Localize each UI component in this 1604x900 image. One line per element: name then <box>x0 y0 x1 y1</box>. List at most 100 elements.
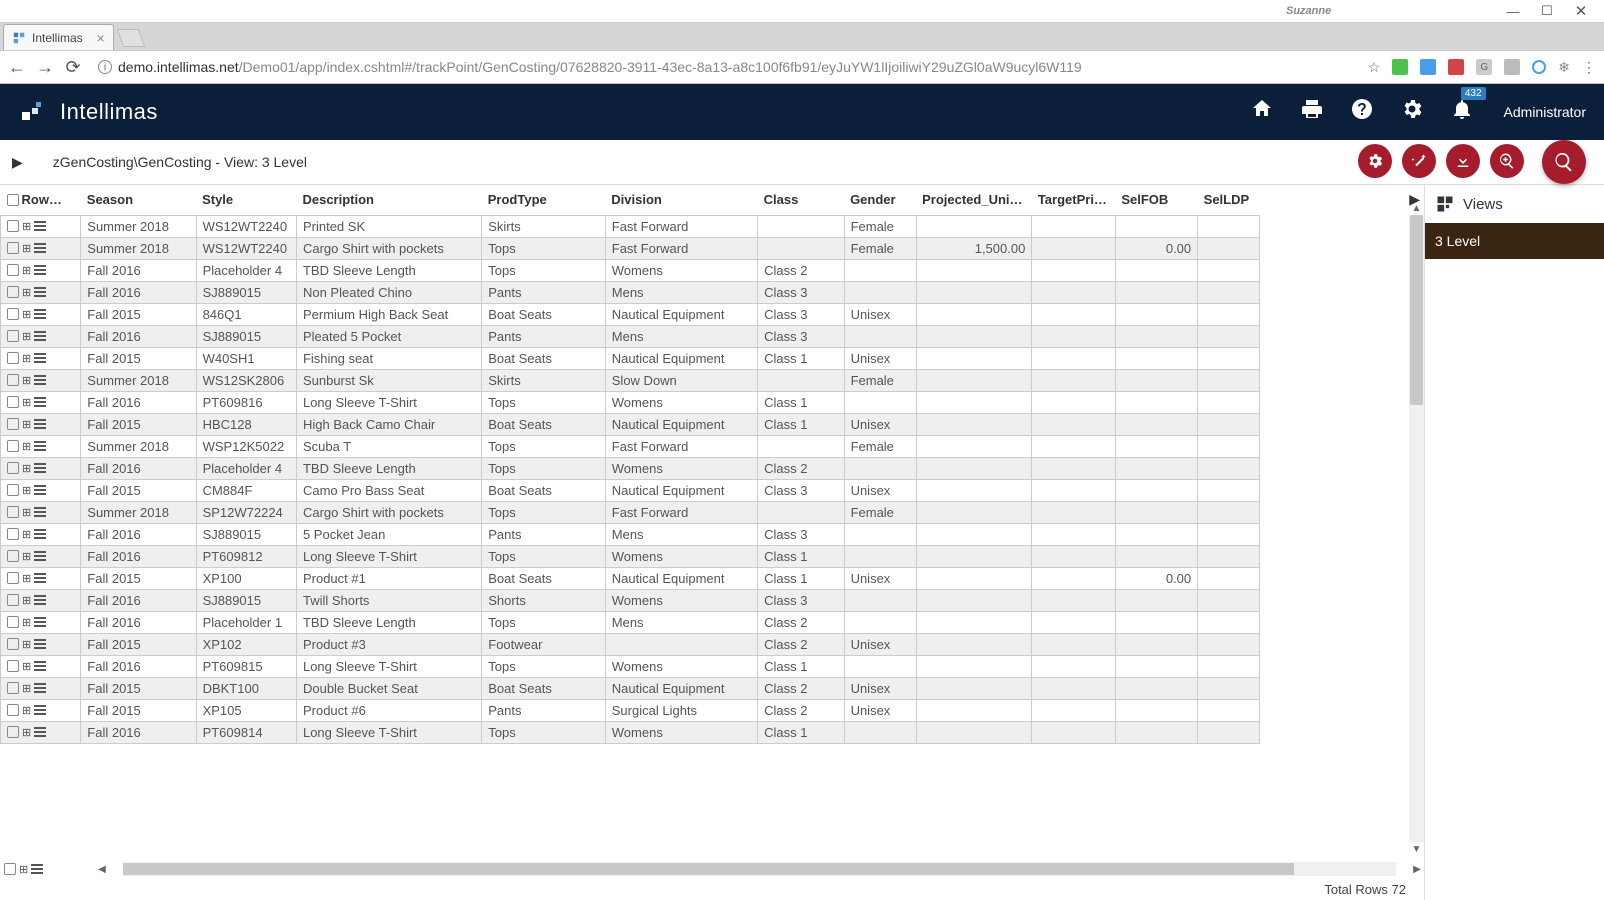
table-row[interactable]: ⊞Fall 2015HBC128High Back Camo ChairBoat… <box>1 413 1260 435</box>
table-row[interactable]: ⊞Fall 2015846Q1Permium High Back SeatBoa… <box>1 303 1260 325</box>
scroll-up-icon[interactable]: ▲ <box>1409 201 1424 215</box>
column-header-description[interactable]: Description <box>296 185 481 215</box>
tab-close-icon[interactable]: × <box>97 30 105 46</box>
table-row[interactable]: ⊞Fall 2016SJ889015Twill ShortsShortsWome… <box>1 589 1260 611</box>
table-row[interactable]: ⊞Summer 2018WSP12K5022Scuba TTopsFast Fo… <box>1 435 1260 457</box>
row-controls[interactable]: ⊞ <box>7 440 74 453</box>
row-controls[interactable]: ⊞ <box>7 550 74 563</box>
download-button[interactable] <box>1446 144 1480 178</box>
table-row[interactable]: ⊞Fall 2016PT609814Long Sleeve T-ShirtTop… <box>1 721 1260 743</box>
scroll-down-icon[interactable]: ▼ <box>1409 842 1424 856</box>
forward-button[interactable]: → <box>36 57 54 78</box>
extension-icon[interactable] <box>1448 59 1464 75</box>
table-row[interactable]: ⊞Fall 2016PT609815Long Sleeve T-ShirtTop… <box>1 655 1260 677</box>
row-controls[interactable]: ⊞ <box>7 572 74 585</box>
window-maximize-button[interactable]: ☐ <box>1530 1 1564 21</box>
breadcrumb-expand-icon[interactable]: ▶ <box>12 154 23 171</box>
row-controls[interactable]: ⊞ <box>7 506 74 519</box>
print-icon[interactable] <box>1300 97 1324 127</box>
extension-icon[interactable] <box>1392 59 1408 75</box>
extension-icon[interactable] <box>1532 60 1546 74</box>
window-close-button[interactable]: ✕ <box>1564 1 1598 21</box>
browser-menu-icon[interactable]: ⋮ <box>1582 59 1596 76</box>
table-row[interactable]: ⊞Fall 2016SJ889015Pleated 5 PocketPantsM… <box>1 325 1260 347</box>
notifications-icon[interactable]: 432 <box>1450 97 1474 127</box>
column-header-selldp[interactable]: SelLDP <box>1198 185 1260 215</box>
row-controls[interactable]: ⊞ <box>7 352 74 365</box>
row-controls[interactable]: ⊞ <box>7 660 74 673</box>
bookmark-star-icon[interactable]: ☆ <box>1368 59 1381 76</box>
column-header-division[interactable]: Division <box>605 185 757 215</box>
row-controls[interactable]: ⊞ <box>7 308 74 321</box>
row-controls[interactable]: ⊞ <box>7 726 74 739</box>
row-controls[interactable]: ⊞ <box>7 462 74 475</box>
column-header-target[interactable]: TargetPri… <box>1032 185 1115 215</box>
row-controls[interactable]: ⊞ <box>7 528 74 541</box>
column-header-style[interactable]: Style <box>196 185 296 215</box>
column-header-row-controls[interactable]: Row… <box>1 185 81 215</box>
browser-tab[interactable]: Intellimas × <box>3 24 114 50</box>
extension-icon[interactable] <box>1504 59 1520 75</box>
row-controls[interactable]: ⊞ <box>7 704 74 717</box>
row-controls[interactable]: ⊞ <box>7 374 74 387</box>
extension-icon[interactable]: G <box>1476 59 1492 75</box>
column-header-selfob[interactable]: SelFOB <box>1115 185 1197 215</box>
row-controls[interactable]: ⊞ <box>7 616 74 629</box>
back-button[interactable]: ← <box>8 57 26 78</box>
table-row[interactable]: ⊞Fall 2016SJ8890155 Pocket JeanPantsMens… <box>1 523 1260 545</box>
row-controls[interactable]: ⊞ <box>7 396 74 409</box>
table-row[interactable]: ⊞Summer 2018WS12WT2240Printed SKSkirtsFa… <box>1 215 1260 237</box>
window-minimize-button[interactable]: — <box>1496 1 1530 21</box>
table-row[interactable]: ⊞Fall 2016Placeholder 1TBD Sleeve Length… <box>1 611 1260 633</box>
column-header-class[interactable]: Class <box>758 185 844 215</box>
user-role-label[interactable]: Administrator <box>1504 104 1586 120</box>
column-header-season[interactable]: Season <box>81 185 196 215</box>
table-row[interactable]: ⊞Summer 2018SP12W72224Cargo Shirt with p… <box>1 501 1260 523</box>
table-row[interactable]: ⊞Fall 2015XP102Product #3FootwearClass 2… <box>1 633 1260 655</box>
extension-icon[interactable] <box>1420 59 1436 75</box>
url-input[interactable]: i demo.intellimas.net/Demo01/app/index.c… <box>92 55 1358 79</box>
row-controls[interactable]: ⊞ <box>7 418 74 431</box>
row-controls[interactable]: ⊞ <box>7 682 74 695</box>
wand-button[interactable] <box>1402 144 1436 178</box>
vertical-scrollbar[interactable]: ▲ ▼ <box>1409 215 1424 842</box>
row-controls[interactable]: ⊞ <box>7 484 74 497</box>
new-tab-button[interactable] <box>116 29 145 47</box>
row-controls[interactable]: ⊞ <box>7 638 74 651</box>
extension-icon[interactable]: ❄ <box>1558 59 1570 76</box>
table-row[interactable]: ⊞Fall 2015XP100Product #1Boat SeatsNauti… <box>1 567 1260 589</box>
table-row[interactable]: ⊞Fall 2016Placeholder 4TBD Sleeve Length… <box>1 259 1260 281</box>
row-controls[interactable]: ⊞ <box>4 863 43 876</box>
table-row[interactable]: ⊞Fall 2015W40SH1Fishing seatBoat SeatsNa… <box>1 347 1260 369</box>
row-controls[interactable]: ⊞ <box>7 220 74 233</box>
views-panel-header[interactable]: Views <box>1425 185 1604 223</box>
horizontal-scrollbar[interactable] <box>123 862 1396 876</box>
row-controls[interactable]: ⊞ <box>7 242 74 255</box>
column-header-prodtype[interactable]: ProdType <box>482 185 606 215</box>
home-icon[interactable] <box>1250 97 1274 127</box>
column-header-gender[interactable]: Gender <box>844 185 916 215</box>
scroll-right-icon[interactable]: ▶ <box>1410 864 1424 875</box>
column-header-projected[interactable]: Projected_Uni… <box>916 185 1032 215</box>
table-row[interactable]: ⊞Fall 2016PT609812Long Sleeve T-ShirtTop… <box>1 545 1260 567</box>
reload-button[interactable]: ⟳ <box>64 57 82 78</box>
settings-gear-button[interactable] <box>1358 144 1392 178</box>
row-controls[interactable]: ⊞ <box>7 286 74 299</box>
row-controls[interactable]: ⊞ <box>7 264 74 277</box>
table-row[interactable]: ⊞Fall 2015DBKT100Double Bucket SeatBoat … <box>1 677 1260 699</box>
table-row[interactable]: ⊞Summer 2018WS12WT2240Cargo Shirt with p… <box>1 237 1260 259</box>
table-row[interactable]: ⊞Fall 2016SJ889015Non Pleated ChinoPants… <box>1 281 1260 303</box>
table-row[interactable]: ⊞Fall 2015XP105Product #6PantsSurgical L… <box>1 699 1260 721</box>
table-row[interactable]: ⊞Fall 2016Placeholder 4TBD Sleeve Length… <box>1 457 1260 479</box>
site-info-icon[interactable]: i <box>98 60 112 74</box>
row-controls[interactable]: ⊞ <box>7 594 74 607</box>
row-controls[interactable]: ⊞ <box>7 330 74 343</box>
search-button[interactable] <box>1542 140 1586 184</box>
table-row[interactable]: ⊞Fall 2016PT609816Long Sleeve T-ShirtTop… <box>1 391 1260 413</box>
table-row[interactable]: ⊞Summer 2018WS12SK2806Sunburst SkSkirtsS… <box>1 369 1260 391</box>
settings-icon[interactable] <box>1400 97 1424 127</box>
zoom-button[interactable] <box>1490 144 1524 178</box>
help-icon[interactable] <box>1350 97 1374 127</box>
app-logo[interactable]: Intellimas <box>18 98 158 126</box>
scrollbar-thumb[interactable] <box>1410 215 1423 405</box>
